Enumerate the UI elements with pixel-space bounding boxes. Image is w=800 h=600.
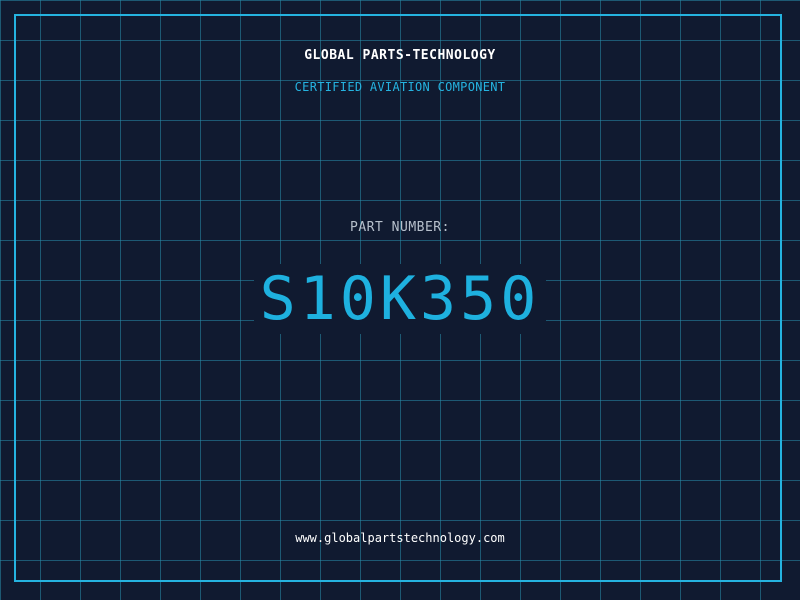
website-url: www.globalpartstechnology.com <box>295 531 505 545</box>
certification-subtitle: CERTIFIED AVIATION COMPONENT <box>294 80 506 94</box>
part-number-label: PART NUMBER: <box>350 220 450 235</box>
part-number-display: S10K350 <box>0 262 800 336</box>
part-number-value: S10K350 <box>253 264 547 334</box>
blueprint-canvas: GLOBAL PARTS-TECHNOLOGY CERTIFIED AVIATI… <box>0 0 800 600</box>
company-name: GLOBAL PARTS-TECHNOLOGY <box>304 48 496 63</box>
